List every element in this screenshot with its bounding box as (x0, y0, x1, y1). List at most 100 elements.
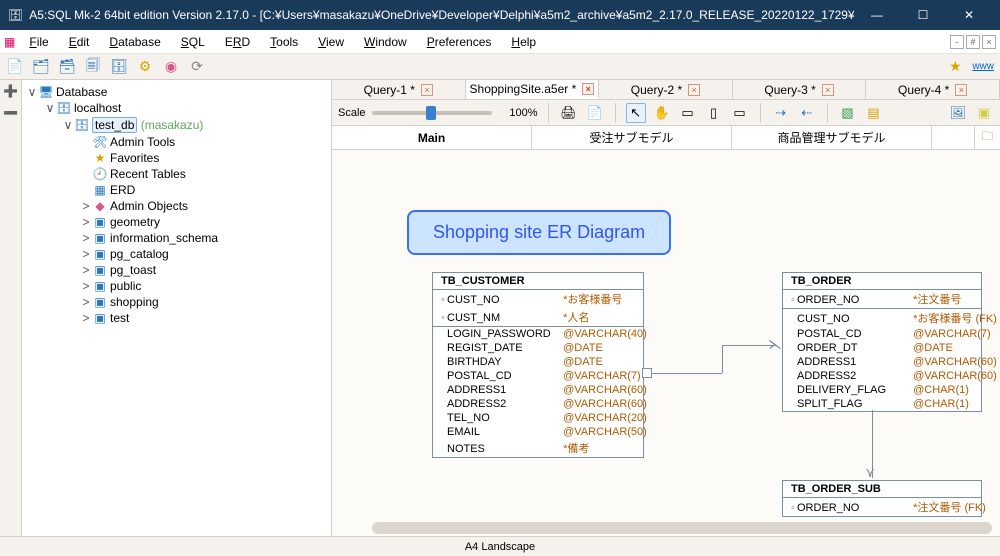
report-icon[interactable]: 📄 (585, 103, 605, 123)
menu-window[interactable]: Window (354, 33, 417, 51)
toolbar: 📄 🗂 🗃 🗐 🗄 ⚙ ◉ ⟳ ★ www (0, 54, 1000, 80)
image-tool-icon[interactable]: 🖼 (948, 103, 968, 123)
subtab-1[interactable]: 受注サブモデル (532, 126, 732, 149)
relation-port (642, 368, 652, 378)
crowfoot-icon: ⋎ (865, 464, 875, 481)
doc-tab-4[interactable]: Query-4 * × (866, 80, 1000, 99)
tab-close-icon[interactable]: × (955, 84, 967, 96)
tree-item-pg-toast[interactable]: >▣pg_toast (80, 262, 331, 278)
menu-sql[interactable]: SQL (171, 33, 215, 51)
close-button[interactable]: ✕ (946, 0, 992, 30)
menu-edit[interactable]: Edit (59, 33, 100, 51)
menu-view[interactable]: View (308, 33, 354, 51)
tree-item-public[interactable]: >▣public (80, 278, 331, 294)
tree-item-pg-catalog[interactable]: >▣pg_catalog (80, 246, 331, 262)
link-tool-icon[interactable]: ▯ (704, 103, 724, 123)
remove-tree-icon[interactable]: ➖ (3, 106, 18, 120)
subtab-2[interactable]: 商品管理サブモデル (732, 126, 932, 149)
menu-erd[interactable]: ERD (215, 33, 260, 51)
entity-tb-customer[interactable]: TB_CUSTOMER ◦CUST_NO *お客様番号◦CUST_NM *人名L… (432, 272, 644, 458)
copy-icon[interactable]: 🗐 (84, 58, 102, 76)
region-tool-icon[interactable]: ▧ (838, 103, 858, 123)
status-bar: A4 Landscape (0, 536, 1000, 556)
subtab-0[interactable]: Main (332, 126, 532, 149)
add-tree-icon[interactable]: ➕ (3, 84, 18, 98)
menu-bar: ▦ File Edit Database SQL ERD Tools View … (0, 30, 1000, 54)
canvas-horizontal-scrollbar[interactable] (372, 522, 992, 534)
menu-database[interactable]: Database (99, 33, 170, 51)
db-icon[interactable]: 🗃 (58, 58, 76, 76)
entity-tb-order[interactable]: TB_ORDER ◦ORDER_NO *注文番号CUST_NO *お客様番号 (… (782, 272, 982, 412)
tree-host[interactable]: ∨🗄localhost (44, 100, 331, 116)
star-icon[interactable]: ★ (946, 58, 964, 76)
minimize-button[interactable]: — (854, 0, 900, 30)
print-icon[interactable]: 🖨 (559, 103, 579, 123)
crowfoot-icon: ⋋ (768, 336, 782, 353)
tree-root[interactable]: ∨🖥Database (26, 84, 331, 100)
erd-canvas[interactable]: Shopping site ER Diagram TB_CUSTOMER ◦CU… (332, 150, 1000, 536)
tab-label: Query-2 * (631, 83, 682, 97)
pointer-tool-icon[interactable]: ↖ (626, 103, 646, 123)
note-tool-icon[interactable]: ▭ (730, 103, 750, 123)
tree-item-shopping[interactable]: >▣shopping (80, 294, 331, 310)
tab-close-icon[interactable]: × (822, 84, 834, 96)
tab-label: Query-4 * (898, 83, 949, 97)
tab-close-icon[interactable]: × (421, 84, 433, 96)
menu-tools[interactable]: Tools (260, 33, 308, 51)
table-icon[interactable]: 🗄 (110, 58, 128, 76)
doc-tab-2[interactable]: Query-2 * × (599, 80, 733, 99)
tree-item-recent-tables[interactable]: 🕘Recent Tables (80, 166, 331, 182)
entity-tool-icon[interactable]: ▭ (678, 103, 698, 123)
www-link[interactable]: www (972, 61, 994, 72)
relation-line (722, 345, 723, 373)
menu-file[interactable]: File (19, 33, 58, 51)
new-doc-icon[interactable]: 📄 (6, 58, 24, 76)
tree-item-admin-tools[interactable]: 🛠Admin Tools (80, 134, 331, 150)
diagram-title[interactable]: Shopping site ER Diagram (407, 210, 671, 255)
menu-help[interactable]: Help (501, 33, 546, 51)
highlight-tool-icon[interactable]: ▣ (974, 103, 994, 123)
tree-item-test[interactable]: >▣test (80, 310, 331, 326)
scale-value: 100% (498, 107, 538, 119)
refresh-icon[interactable]: ⟳ (188, 58, 206, 76)
tab-label: Query-3 * (764, 83, 815, 97)
vertical-toolbar: ➕ ➖ (0, 80, 22, 536)
tab-close-icon[interactable]: × (688, 84, 700, 96)
entity-tb-order-sub[interactable]: TB_ORDER_SUB ◦ORDER_NO *注文番号 (FK) (782, 480, 982, 517)
gear-icon[interactable]: ⚙ (136, 58, 154, 76)
maximize-button[interactable]: ☐ (900, 0, 946, 30)
doc-tab-1[interactable]: ShoppingSite.a5er * × (466, 80, 600, 99)
erd-toolbar: Scale 100% 🖨 📄 ↖ ✋ ▭ ▯ ▭ ⇢ ⇠ ▧ ▤ 🖼 ▣ (332, 100, 1000, 126)
hand-tool-icon[interactable]: ✋ (652, 103, 672, 123)
window-sub-buttons[interactable]: -#× (948, 34, 996, 49)
relation-line (652, 373, 722, 374)
tree-item-favorites[interactable]: ★Favorites (80, 150, 331, 166)
dependency-tool-icon[interactable]: ⇠ (797, 103, 817, 123)
status-text: A4 Landscape (465, 541, 535, 553)
document-tabs: Query-1 * × ShoppingSite.a5er * × Query-2 * ×… (332, 80, 1000, 100)
doc-tab-0[interactable]: Query-1 * × (332, 80, 466, 99)
relation-tool-icon[interactable]: ⇢ (771, 103, 791, 123)
database-tree-panel: ∨🖥Database ∨🗄localhost ∨🗄 test_db (masak… (22, 80, 332, 536)
title-bar: 🗄 A5:SQL Mk-2 64bit edition Version 2.17… (0, 0, 1000, 30)
submodel-tabs: Main受注サブモデル商品管理サブモデル 🗀 (332, 126, 1000, 150)
scale-slider[interactable] (372, 111, 492, 115)
scale-label: Scale (338, 107, 366, 119)
app-menu-icon[interactable]: ▦ (4, 35, 15, 49)
tab-label: ShoppingSite.a5er * (470, 82, 577, 96)
doc-tab-3[interactable]: Query-3 * × (733, 80, 867, 99)
subtab-add-icon[interactable]: 🗀 (974, 126, 1000, 149)
target-icon[interactable]: ◉ (162, 58, 180, 76)
open-icon[interactable]: 🗂 (32, 58, 50, 76)
window-title: A5:SQL Mk-2 64bit edition Version 2.17.0… (29, 8, 854, 22)
menu-preferences[interactable]: Preferences (417, 33, 502, 51)
tree-item-geometry[interactable]: >▣geometry (80, 214, 331, 230)
app-icon: 🗄 (8, 8, 23, 22)
tree-item-erd[interactable]: ▦ERD (80, 182, 331, 198)
tab-close-icon[interactable]: × (582, 83, 594, 95)
tree-item-admin-objects[interactable]: >◆Admin Objects (80, 198, 331, 214)
tab-label: Query-1 * (364, 83, 415, 97)
tree-db[interactable]: ∨🗄 test_db (masakazu) (62, 116, 331, 134)
tree-item-information-schema[interactable]: >▣information_schema (80, 230, 331, 246)
comment-tool-icon[interactable]: ▤ (864, 103, 884, 123)
